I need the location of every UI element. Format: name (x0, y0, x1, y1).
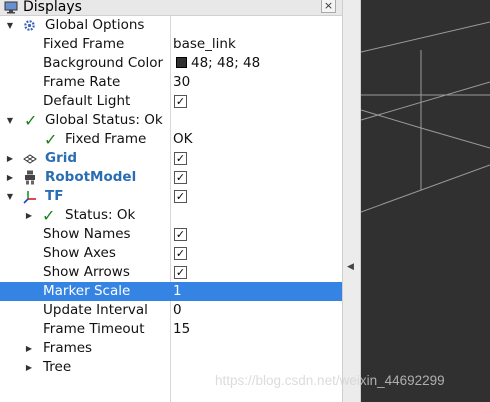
monitor-icon (4, 1, 18, 14)
displays-panel: Displays × ▼ Global Options Fixed Frame … (0, 0, 342, 402)
expand-down-icon[interactable]: ▼ (5, 187, 15, 206)
display-tree: ▼ Global Options Fixed Frame base_link B… (0, 16, 342, 377)
status-ok-icon: ✓ (44, 130, 58, 149)
color-swatch (176, 57, 187, 68)
property-frame-timeout[interactable]: Frame Timeout 15 (0, 320, 342, 339)
property-label: Frame Rate (43, 74, 121, 90)
show-arrows-checkbox[interactable]: ✓ (174, 266, 187, 279)
update-interval-value[interactable]: 0 (173, 301, 182, 320)
status-ok-icon: ✓ (42, 206, 56, 225)
render-viewport[interactable] (360, 0, 490, 402)
property-label: Show Names (43, 226, 131, 242)
close-button[interactable]: × (321, 0, 336, 13)
fixed-frame-status-value: OK (173, 131, 193, 147)
property-label: Fixed Frame (43, 36, 125, 52)
tree-item-label: Global Options (45, 17, 145, 33)
grid-line (360, 81, 490, 121)
tree-item-label: RobotModel (45, 169, 137, 185)
property-label: Frame Timeout (43, 321, 145, 337)
property-label: Show Arrows (43, 264, 130, 280)
gear-icon (22, 16, 37, 35)
grid-line (360, 109, 422, 129)
expand-right-icon[interactable]: ▶ (24, 339, 34, 358)
show-names-checkbox[interactable]: ✓ (174, 228, 187, 241)
tree-item-frames[interactable]: ▶ Frames (0, 339, 342, 358)
property-show-axes[interactable]: Show Axes ✓ (0, 244, 342, 263)
panel-titlebar[interactable]: Displays × (0, 0, 342, 16)
tree-item-robot-model[interactable]: ▶ RobotModel ✓ (0, 168, 342, 187)
tree-item-global-options[interactable]: ▼ Global Options (0, 16, 342, 35)
tf-status[interactable]: ▶ ✓ Status: Ok (0, 206, 342, 225)
tree-item-tf[interactable]: ▼ TF ✓ (0, 187, 342, 206)
tree-item-label: Frames (43, 340, 93, 356)
property-label: Default Light (43, 93, 131, 109)
panel-title: Displays (23, 0, 82, 15)
property-show-arrows[interactable]: Show Arrows ✓ (0, 263, 342, 282)
tree-item-label: Global Status: Ok (45, 112, 163, 128)
panel-splitter[interactable]: ◀ (342, 0, 361, 402)
expand-right-icon[interactable]: ▶ (24, 206, 34, 225)
background-color-value[interactable]: 48; 48; 48 (176, 54, 260, 73)
tf-axes-icon (22, 187, 37, 206)
property-show-names[interactable]: Show Names ✓ (0, 225, 342, 244)
property-label: Update Interval (43, 302, 148, 318)
property-marker-scale[interactable]: Marker Scale 1 (0, 282, 342, 301)
watermark-text: https://blog.csdn.net/weixin_44692299 (215, 373, 445, 388)
frame-timeout-value[interactable]: 15 (173, 320, 190, 339)
tree-item-global-status[interactable]: ▼ ✓ Global Status: Ok (0, 111, 342, 130)
expand-right-icon[interactable]: ▶ (5, 149, 15, 168)
grid-enabled-checkbox[interactable]: ✓ (174, 152, 187, 165)
property-label: Background Color (43, 55, 164, 71)
grid-line (360, 21, 490, 53)
property-default-light[interactable]: Default Light ✓ (0, 92, 342, 111)
tree-item-label: TF (45, 188, 64, 204)
property-update-interval[interactable]: Update Interval 0 (0, 301, 342, 320)
fixed-frame-value[interactable]: base_link (173, 35, 236, 54)
grid-icon (22, 149, 37, 168)
robot-icon (22, 168, 37, 187)
status-label: Fixed Frame (65, 131, 147, 147)
expand-down-icon[interactable]: ▼ (5, 111, 15, 130)
property-fixed-frame[interactable]: Fixed Frame base_link (0, 35, 342, 54)
grid-line (420, 127, 490, 149)
expand-right-icon[interactable]: ▶ (5, 168, 15, 187)
default-light-checkbox[interactable]: ✓ (174, 95, 187, 108)
show-axes-checkbox[interactable]: ✓ (174, 247, 187, 260)
marker-scale-value[interactable]: 1 (173, 282, 182, 301)
property-background-color[interactable]: Background Color 48; 48; 48 (0, 54, 342, 73)
frame-rate-value[interactable]: 30 (173, 73, 190, 92)
tree-item-label: Grid (45, 150, 78, 166)
grid-lines (360, 21, 490, 213)
property-frame-rate[interactable]: Frame Rate 30 (0, 73, 342, 92)
grid-line (360, 164, 490, 213)
tf-enabled-checkbox[interactable]: ✓ (174, 190, 187, 203)
status-ok-icon: ✓ (24, 111, 38, 130)
property-label: Show Axes (43, 245, 116, 261)
expand-down-icon[interactable]: ▼ (5, 16, 15, 35)
status-fixed-frame[interactable]: ✓ Fixed Frame OK (0, 130, 342, 149)
tree-item-grid[interactable]: ▶ Grid ✓ (0, 149, 342, 168)
robot-model-enabled-checkbox[interactable]: ✓ (174, 171, 187, 184)
expand-right-icon[interactable]: ▶ (24, 358, 34, 377)
collapse-left-icon[interactable]: ◀ (347, 262, 354, 272)
tree-item-label: Tree (43, 359, 72, 375)
color-value-text: 48; 48; 48 (191, 55, 261, 71)
property-label: Marker Scale (43, 283, 131, 299)
status-label: Status: Ok (65, 207, 136, 223)
